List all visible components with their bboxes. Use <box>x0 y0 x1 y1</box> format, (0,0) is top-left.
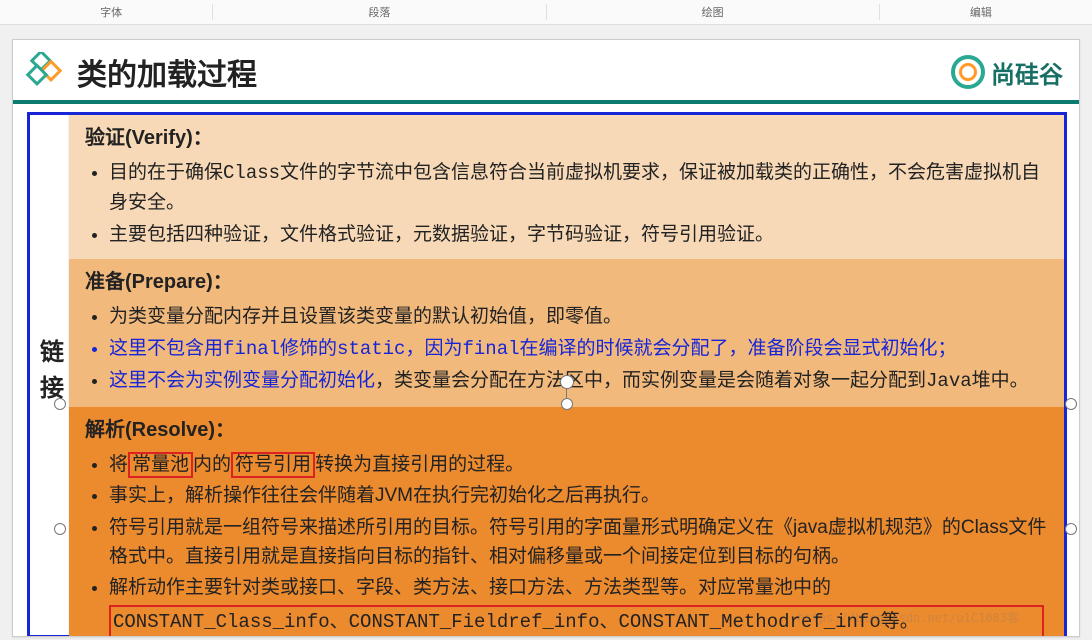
toolbar-group[interactable]: 字体 <box>10 4 213 20</box>
resolve-bullet: 事实上，解析操作往往会伴随着JVM在执行完初始化之后再执行。 <box>109 481 1050 510</box>
resize-handle-icon[interactable] <box>1065 523 1077 535</box>
section-prepare: 准备(Prepare)： 为类变量分配内存并且设置该类变量的默认初始值，即零值。… <box>69 259 1064 406</box>
toolbar-label: 字体 <box>100 4 122 20</box>
toolbar-group[interactable]: 编辑 <box>880 4 1082 20</box>
resolve-bullet: 将常量池内的符号引用转换为直接引用的过程。 <box>109 450 1050 479</box>
resolve-bullet: 符号引用就是一组符号来描述所引用的目标。符号引用的字面量形式明确定义在《java… <box>109 513 1050 572</box>
verify-heading: 验证(Verify)： <box>85 123 1050 154</box>
prepare-bullet: 这里不会为实例变量分配初始化，类变量会分配在方法区中，而实例变量是会随着对象一起… <box>109 366 1050 396</box>
section-resolve[interactable]: 解析(Resolve)： 将常量池内的符号引用转换为直接引用的过程。 事实上，解… <box>69 407 1064 637</box>
slide-title-bar: 类的加载过程 尚硅谷 <box>13 40 1079 104</box>
prepare-bullet: 为类变量分配内存并且设置该类变量的默认初始值，即零值。 <box>109 302 1050 331</box>
toolbar-label: 段落 <box>368 4 390 20</box>
ribbon-toolbar: 字体 段落 绘图 编辑 <box>0 0 1092 25</box>
highlight-box: CONSTANT_Class_info、CONSTANT_Fieldref_in… <box>109 605 1044 637</box>
highlight-box: 常量池 <box>128 452 193 479</box>
sections: 验证(Verify)： 目的在于确保Class文件的字节流中包含信息符合当前虚拟… <box>69 115 1064 635</box>
logo-icon <box>25 52 65 92</box>
brand-text: 尚硅谷 <box>991 55 1063 90</box>
resize-handle-icon[interactable] <box>1065 398 1077 410</box>
prepare-bullet: 这里不包含用final修饰的static，因为final在编译的时候就会分配了，… <box>109 334 1050 364</box>
side-label: 链接 <box>30 115 69 635</box>
slide-title: 类的加载过程 <box>77 50 257 94</box>
toolbar-group[interactable]: 绘图 <box>547 4 880 20</box>
verify-bullet: 目的在于确保Class文件的字节流中包含信息符合当前虚拟机要求，保证被加载类的正… <box>109 158 1050 218</box>
verify-bullet: 主要包括四种验证，文件格式验证，元数据验证，字节码验证，符号引用验证。 <box>109 220 1050 249</box>
resolve-bullet: 解析动作主要针对类或接口、字段、类方法、接口方法、方法类型等。对应常量池中的 C… <box>109 573 1050 637</box>
toolbar-group[interactable]: 段落 <box>213 4 546 20</box>
prepare-heading: 准备(Prepare)： <box>85 267 1050 298</box>
toolbar-label: 编辑 <box>970 4 992 20</box>
highlight-box: 符号引用 <box>231 452 315 479</box>
brand: 尚硅谷 <box>951 55 1063 90</box>
content-frame: 链接 验证(Verify)： 目的在于确保Class文件的字节流中包含信息符合当… <box>27 112 1067 637</box>
slide: 类的加载过程 尚硅谷 链接 验证(Verify)： 目的在于确保Class文件的… <box>12 39 1080 637</box>
section-verify: 验证(Verify)： 目的在于确保Class文件的字节流中包含信息符合当前虚拟… <box>69 115 1064 259</box>
brand-icon <box>951 55 985 89</box>
toolbar-label: 绘图 <box>702 4 724 20</box>
resolve-heading: 解析(Resolve)： <box>85 415 1050 446</box>
